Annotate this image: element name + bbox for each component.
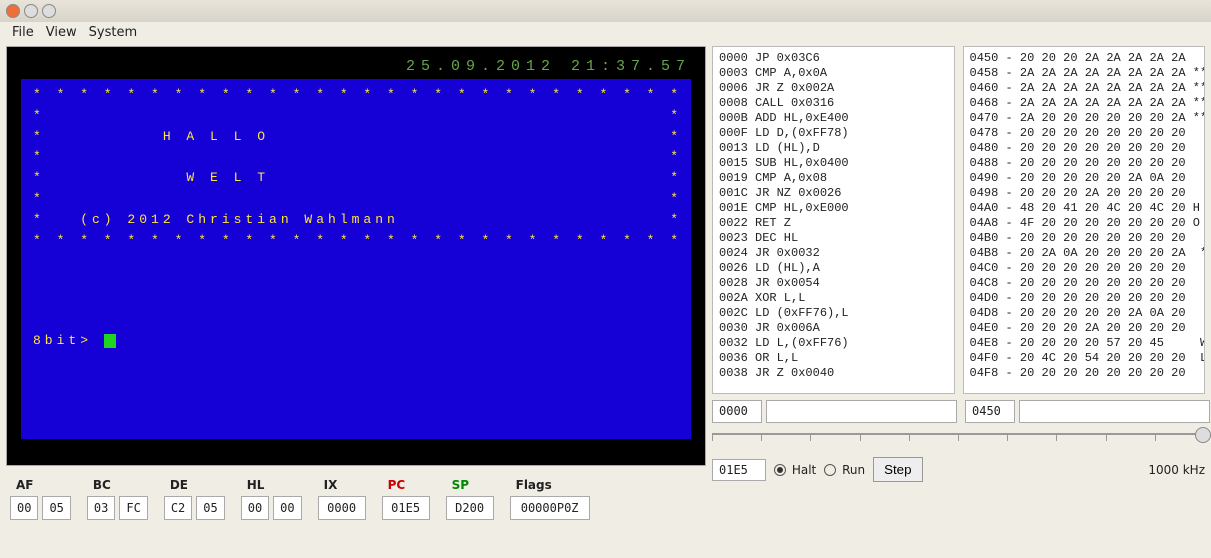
screen-side: * * xyxy=(33,189,679,210)
screen-border-bottom: * * * * * * * * * * * * * * * * * * * * … xyxy=(33,231,679,252)
reg-af-lo[interactable]: 05 xyxy=(42,496,70,520)
reg-pc[interactable]: 01E5 xyxy=(382,496,430,520)
screen-side: * * xyxy=(33,106,679,127)
frequency-label: 1000 kHz xyxy=(1148,463,1205,477)
screen-line-3: * (c) 2012 Christian Wahlmann * xyxy=(33,210,679,231)
step-button[interactable]: Step xyxy=(873,457,922,482)
reg-hl-lo[interactable]: 00 xyxy=(273,496,301,520)
pc-goto-input[interactable]: 01E5 xyxy=(712,459,766,481)
reg-label-af: AF xyxy=(10,478,33,492)
reg-ix[interactable]: 0000 xyxy=(318,496,366,520)
minimize-button[interactable] xyxy=(24,4,38,18)
close-button[interactable] xyxy=(6,4,20,18)
slider-thumb[interactable] xyxy=(1195,427,1211,443)
screen-line-2: * W E L T * xyxy=(33,168,679,189)
menubar: File View System xyxy=(0,22,1211,42)
menu-system[interactable]: System xyxy=(85,25,141,40)
menu-view[interactable]: View xyxy=(42,25,81,40)
maximize-button[interactable] xyxy=(42,4,56,18)
reg-label-bc: BC xyxy=(87,478,111,492)
reg-label-hl: HL xyxy=(241,478,265,492)
reg-label-ix: IX xyxy=(318,478,338,492)
screen-line-1: * H A L L O * xyxy=(33,127,679,148)
cursor xyxy=(104,334,116,348)
reg-hl-hi[interactable]: 00 xyxy=(241,496,269,520)
register-bar: AF 00 05 BC 03 FC DE C2 05 xyxy=(6,474,706,524)
reg-label-pc: PC xyxy=(382,478,406,492)
reg-label-sp: SP xyxy=(446,478,469,492)
hexdump-panel[interactable]: 0450 - 20 20 20 2A 2A 2A 2A 2A ***** 045… xyxy=(963,46,1206,394)
emulator-screen: 25.09.2012 21:37.57 * * * * * * * * * * … xyxy=(6,46,706,466)
disasm-entry-input[interactable] xyxy=(766,400,957,423)
titlebar xyxy=(0,0,1211,22)
screen-border-top: * * * * * * * * * * * * * * * * * * * * … xyxy=(33,85,679,106)
disasm-addr-input[interactable]: 0000 xyxy=(712,400,762,423)
reg-sp[interactable]: D200 xyxy=(446,496,494,520)
reg-bc-lo[interactable]: FC xyxy=(119,496,147,520)
disassembly-panel[interactable]: 0000 JP 0x03C6 0003 CMP A,0x0A 0006 JR Z… xyxy=(712,46,955,394)
hex-entry-input[interactable] xyxy=(1019,400,1210,423)
reg-bc-hi[interactable]: 03 xyxy=(87,496,115,520)
reg-de-hi[interactable]: C2 xyxy=(164,496,192,520)
reg-de-lo[interactable]: 05 xyxy=(196,496,224,520)
run-radio[interactable]: Run xyxy=(824,463,865,477)
reg-label-flags: Flags xyxy=(510,478,552,492)
clock-text: 25.09.2012 21:37.57 xyxy=(406,55,691,79)
halt-radio[interactable]: Halt xyxy=(774,463,816,477)
screen-prompt: 8bit> xyxy=(33,331,679,352)
hex-addr-input[interactable]: 0450 xyxy=(965,400,1015,423)
menu-file[interactable]: File xyxy=(8,25,38,40)
reg-flags[interactable]: 00000P0Z xyxy=(510,496,590,520)
screen-side: * * xyxy=(33,147,679,168)
speed-slider[interactable] xyxy=(712,429,1205,453)
reg-af-hi[interactable]: 00 xyxy=(10,496,38,520)
reg-label-de: DE xyxy=(164,478,188,492)
